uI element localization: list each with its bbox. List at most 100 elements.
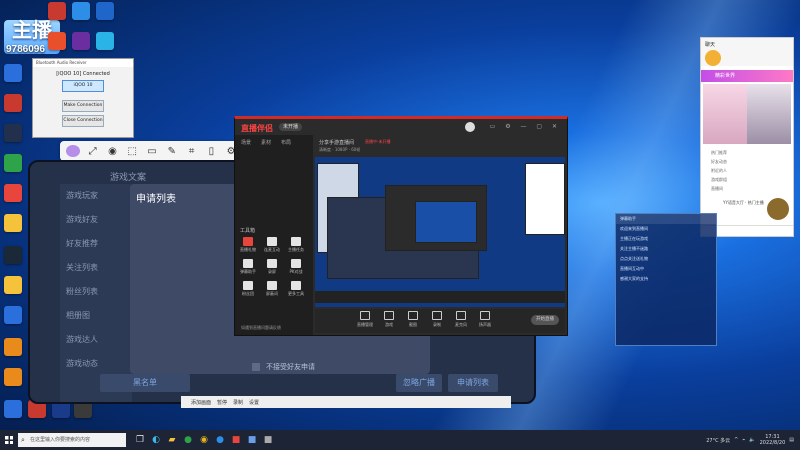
desktop-icon-8[interactable] [4, 94, 22, 112]
sidebar-item[interactable]: 关注列表 [60, 256, 132, 280]
tool-more[interactable]: 更多工具 [287, 281, 305, 297]
desktop-icon-11[interactable] [4, 184, 22, 202]
mini-bar-item[interactable]: 录制 [233, 399, 243, 406]
sidebar-item[interactable]: 游戏动态 [60, 352, 132, 376]
blacklist-button[interactable]: 黑名单 [100, 374, 190, 392]
taskbar-app-icon-2[interactable]: ■ [260, 433, 276, 447]
chat-list-item[interactable]: 附近的人 [701, 166, 793, 175]
chat-list-item[interactable]: 直播间 [701, 184, 793, 193]
start-button[interactable] [0, 430, 18, 450]
chat-avatar-icon[interactable] [705, 50, 721, 66]
tray-chevron-icon[interactable]: ^ [734, 437, 738, 443]
chat-list-item[interactable]: 好友动态 [701, 157, 793, 166]
desktop-icon-12[interactable] [4, 214, 22, 232]
steam-icon[interactable] [4, 246, 22, 264]
file-explorer-icon[interactable]: ▰ [164, 433, 180, 447]
wechat-icon[interactable]: ● [180, 433, 196, 447]
live-status-tag[interactable]: 未开播 [279, 123, 303, 131]
tool-block[interactable]: 屏蔽词 [263, 281, 281, 297]
ignore-button[interactable]: 忽略广播 [396, 374, 442, 392]
stream-app-taskbar-icon[interactable]: ■ [228, 433, 244, 447]
weather-text[interactable]: 27°C 多云 [706, 437, 730, 444]
make-connection-button[interactable]: Make Connection [62, 100, 104, 112]
stream-preview[interactable] [315, 157, 565, 307]
device-button[interactable]: iQOO 10 [62, 80, 104, 92]
user-avatar[interactable] [465, 122, 475, 132]
monitor-icon[interactable]: ▭ [145, 146, 159, 157]
microphone-icon[interactable]: 麦克风 [451, 311, 471, 328]
bottom-tool-game[interactable]: 游戏 [379, 311, 399, 328]
desktop-icon-2[interactable] [72, 2, 90, 20]
mini-bar-item[interactable]: 设置 [249, 399, 259, 406]
desktop-icon-14[interactable] [4, 276, 22, 294]
room-title[interactable]: 分享手游直播间 [319, 139, 354, 146]
tool-gift[interactable]: 直播礼物 [239, 237, 257, 253]
clock[interactable]: 17:31 2022/8/20 [760, 434, 786, 446]
desktop-icon-1[interactable] [48, 2, 66, 20]
room-status: 直播中-未开播 [365, 139, 391, 144]
sidebar-item[interactable]: 好友推荐 [60, 232, 132, 256]
tool-fans[interactable]: 粉丝团 [239, 281, 257, 297]
tab-scene[interactable]: 场景 [241, 139, 251, 146]
bottom-tool-record[interactable]: 录制 [427, 311, 447, 328]
chat-banner[interactable]: 精彩世界 [701, 70, 793, 82]
desktop-icon-4[interactable] [48, 32, 66, 50]
sidebar-item[interactable]: 相册图 [60, 304, 132, 328]
speaker-icon[interactable]: 扬声器 [475, 311, 495, 328]
taskbar-app-icon[interactable]: ■ [244, 433, 260, 447]
desktop-icon-3[interactable] [96, 2, 114, 20]
desktop-icon-7[interactable] [4, 64, 22, 82]
qq-icon[interactable]: ● [212, 433, 228, 447]
desktop-icon-15[interactable] [4, 306, 22, 324]
chat-user-line: YY语音大厅 · 热门主播 [723, 200, 764, 205]
clipboard-icon[interactable]: ▯ [204, 146, 218, 157]
tab-material[interactable]: 素材 [261, 139, 271, 146]
bottom-tool-screenshot[interactable]: 截图 [403, 311, 423, 328]
reject-requests-checkbox[interactable] [252, 363, 260, 371]
feedback-note[interactable]: 如遇到直播问题请反馈 [241, 325, 281, 331]
mini-bar-item[interactable]: 暂停 [217, 399, 227, 406]
tool-danmu[interactable]: 弹幕助手 [239, 259, 257, 275]
desktop-icon-5[interactable] [72, 32, 90, 50]
desktop-icon-18[interactable] [4, 400, 22, 418]
tool-mic-link[interactable]: 连麦互动 [263, 237, 281, 253]
task-view-icon[interactable]: ❐ [132, 433, 148, 447]
desktop-icon-17[interactable] [4, 368, 22, 386]
desktop-icon-16[interactable] [4, 338, 22, 356]
camera-icon[interactable]: ◉ [106, 146, 120, 157]
desktop-icon-9[interactable] [4, 124, 22, 142]
avatar-icon[interactable] [66, 145, 80, 157]
edge-icon[interactable]: ◐ [148, 433, 164, 447]
bluetooth-window: Bluetooth Audio Receiver [iQOO 10] Conne… [32, 58, 134, 138]
crop-icon[interactable]: ⌗ [185, 146, 199, 157]
mini-bar-item[interactable]: 添加画面 [191, 399, 211, 406]
chat-list-item[interactable]: 游戏群组 [701, 175, 793, 184]
chrome-icon[interactable]: ◉ [196, 433, 212, 447]
desktop-icon-10[interactable] [4, 154, 22, 172]
tool-pk[interactable]: PK对战 [287, 259, 305, 275]
apply-list-button[interactable]: 申请列表 [448, 374, 498, 392]
volume-icon[interactable]: 🔈 [749, 437, 755, 443]
chat-photo-right[interactable] [747, 84, 791, 144]
chat-photo-left[interactable] [703, 84, 747, 144]
chat-list-item[interactable]: 热门推荐 [701, 148, 793, 157]
tool-task[interactable]: 主播任务 [287, 237, 305, 253]
tool-record[interactable]: 录屏 [263, 259, 281, 275]
sidebar-item[interactable]: 游戏玩家 [60, 184, 132, 208]
sidebar-item[interactable]: 粉丝列表 [60, 280, 132, 304]
tab-layout[interactable]: 布局 [281, 139, 291, 146]
pen-icon[interactable]: ✎ [165, 146, 179, 157]
sidebar-item[interactable]: 游戏好友 [60, 208, 132, 232]
window-controls[interactable]: ▭ ⚙ — ▢ ✕ [490, 123, 561, 130]
desktop-icon-6[interactable] [96, 32, 114, 50]
expand-icon[interactable]: ⤢ [86, 146, 100, 157]
chat-game-icon[interactable] [767, 198, 789, 220]
network-icon[interactable]: ⌁ [742, 437, 745, 443]
close-connection-button[interactable]: Close Connection [62, 115, 104, 127]
taskbar-search[interactable]: 在这里输入你要搜索的内容 [18, 433, 126, 447]
sidebar-item[interactable]: 游戏达人 [60, 328, 132, 352]
bottom-tool-manage[interactable]: 直播管理 [355, 311, 375, 328]
notification-icon[interactable]: ▤ [789, 437, 794, 443]
start-live-button[interactable]: 开始直播 [531, 315, 559, 325]
screenshot-icon[interactable]: ⬚ [125, 146, 139, 157]
